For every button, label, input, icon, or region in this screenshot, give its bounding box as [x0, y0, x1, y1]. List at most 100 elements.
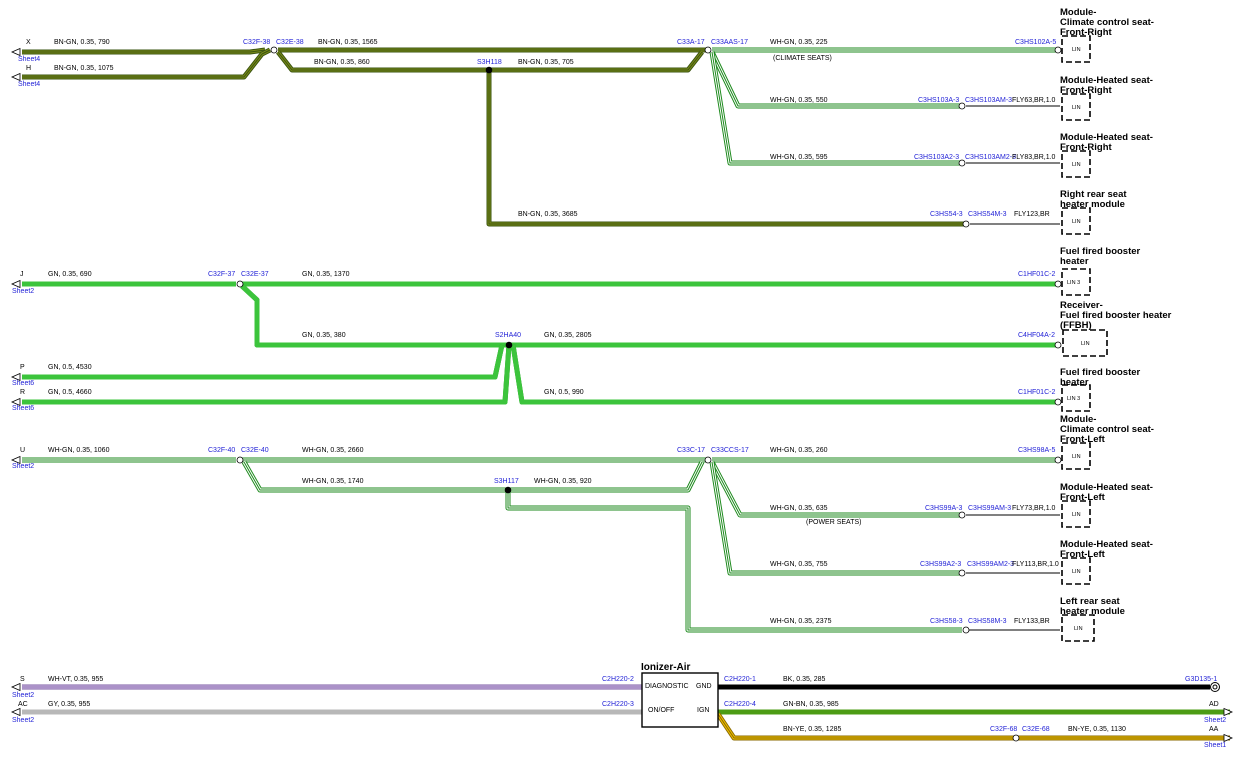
connector-circle — [236, 280, 244, 288]
annotations: (CLIMATE SEATS) (POWER SEATS) FLY63,BR,1… — [773, 55, 1059, 625]
connector-circle — [236, 456, 244, 464]
connector-circle — [1054, 280, 1062, 288]
splice-dot — [485, 66, 493, 74]
connector-label: G3D135-1 — [1185, 676, 1217, 683]
connector-label: C3HS54M-3 — [968, 211, 1007, 218]
wiring-diagram: LIN LIN LIN LIN LIN 3 LIN LIN 3 LIN LIN … — [11, 7, 1233, 749]
wire-label: BN-GN, 0.35, 860 — [314, 59, 370, 66]
wire-label: GN, 0.5, 4530 — [48, 364, 92, 371]
wire-860 — [276, 51, 489, 72]
connector-label: C33CCS-17 — [711, 447, 749, 454]
wire-label: GN, 0.5, 990 — [544, 389, 584, 396]
wire-label: GN, 0.35, 690 — [48, 271, 92, 278]
connector-circle — [704, 46, 712, 54]
box-label: LIN — [1072, 47, 1081, 53]
connector-label: C32E-37 — [241, 271, 269, 278]
connector-circle — [962, 626, 970, 634]
connector-circle — [958, 511, 966, 519]
wire-label: WH-GN, 0.35, 2375 — [770, 618, 832, 625]
module-title: Front-Right — [1060, 27, 1113, 38]
wire-label: WH-GN, 0.35, 260 — [770, 447, 828, 454]
connector-circle — [958, 569, 966, 577]
wire-990 — [510, 344, 1058, 405]
connector-circle — [704, 456, 712, 464]
wire-label: WH-GN, 0.35, 1060 — [48, 447, 110, 454]
wire-label: BN-GN, 0.35, 1075 — [54, 65, 114, 72]
module-title: Front-Right — [1060, 142, 1113, 153]
box-label: LIN — [1072, 569, 1081, 575]
box-label: LIN 3 — [1067, 280, 1080, 286]
wire-label: BN-GN, 0.35, 3685 — [518, 211, 578, 218]
connector-label: C32E-40 — [241, 447, 269, 454]
wire-label: BN-GN, 0.35, 1565 — [318, 39, 378, 46]
connector-label: C3HS103A-3 — [918, 97, 959, 104]
splice-label: S3H117 — [494, 478, 519, 485]
connector-circle — [1054, 46, 1062, 54]
connector-label: C4HF04A-2 — [1018, 332, 1055, 339]
offsheet-arrow-left-icon — [11, 47, 21, 57]
splice-dot — [505, 341, 513, 349]
connector-label: C1HF01C-2 — [1018, 271, 1055, 278]
connector-label: C3HS99A-3 — [925, 505, 962, 512]
module-title: heater module — [1060, 199, 1125, 210]
module-title: Front-Left — [1060, 434, 1106, 445]
connector-label: C3HS58-3 — [930, 618, 963, 625]
connector-circle — [1012, 734, 1020, 742]
wire-label: WH-GN, 0.35, 755 — [770, 561, 828, 568]
wire-label: WH-GN, 0.35, 595 — [770, 154, 828, 161]
wire-label: BK, 0.35, 285 — [783, 676, 826, 683]
note-climate-seats: (CLIMATE SEATS) — [773, 55, 832, 62]
connector-label: C3HS103A2-3 — [914, 154, 959, 161]
wire-label: WH-GN, 0.35, 920 — [534, 478, 592, 485]
wire-label: GN, 0.35, 380 — [302, 332, 346, 339]
offsheet-arrow-left-icon — [11, 707, 21, 717]
ionizer-pin-ign: IGN — [697, 707, 709, 714]
wire-4660 — [22, 344, 512, 405]
connector-label: C2H220-3 — [602, 701, 634, 708]
connector-label: C32E-68 — [1022, 726, 1050, 733]
connector-label: C33AAS-17 — [711, 39, 748, 46]
offsheet-arrow-left-icon — [11, 279, 21, 289]
wire-label: WH-GN, 0.35, 635 — [770, 505, 828, 512]
ionizer-pin-gnd: GND — [696, 683, 712, 690]
connector-circle — [962, 220, 970, 228]
fly-label: FLY113,BR,1.0 — [1012, 561, 1059, 568]
connector-label: C3HS54-3 — [930, 211, 963, 218]
wire-label: BN-GN, 0.35, 790 — [54, 39, 110, 46]
connector-label: C32F-37 — [208, 271, 235, 278]
wire-4530 — [22, 344, 505, 380]
wire-label: WH-GN, 0.35, 550 — [770, 97, 828, 104]
wire-label: WH-GN, 0.35, 2660 — [302, 447, 364, 454]
note-power-seats: (POWER SEATS) — [806, 519, 861, 526]
offsheet-letter: AD — [1209, 701, 1219, 708]
wire-label: GN, 0.35, 2805 — [544, 332, 592, 339]
connector-label: C3HS58M-3 — [968, 618, 1007, 625]
box-label: LIN — [1072, 105, 1081, 111]
connector-label: C2H220-1 — [724, 676, 756, 683]
ionizer-title: Ionizer-Air — [641, 662, 691, 673]
connector-label: C32F-40 — [208, 447, 235, 454]
wire-label: GN-BN, 0.35, 985 — [783, 701, 839, 708]
connector-label: C3HS99A2-3 — [920, 561, 961, 568]
module-title: Front-Left — [1060, 492, 1106, 503]
connector-label: C32F-38 — [243, 39, 270, 46]
ionizer-module: Ionizer-Air DIAGNOSTIC GND ON/OFF IGN — [641, 662, 719, 728]
offsheet-sheet: Sheet2 — [1204, 717, 1226, 724]
wire-label: GY, 0.35, 955 — [48, 701, 90, 708]
connector-label: C33C-17 — [677, 447, 705, 454]
fly-label: FLY123,BR — [1014, 211, 1050, 218]
connector-label: C33A-17 — [677, 39, 705, 46]
connector-label: C1HF01C-2 — [1018, 389, 1055, 396]
fly-label: FLY63,BR,1.0 — [1012, 97, 1056, 104]
offsheet-letter: X — [26, 39, 31, 46]
wire-380 — [240, 284, 509, 348]
fly-label: FLY73,BR,1.0 — [1012, 505, 1056, 512]
offsheet-letter: S — [20, 676, 25, 683]
wire-920 — [508, 460, 705, 493]
connector-label: C3HS102A-5 — [1015, 39, 1056, 46]
box-label: LIN — [1072, 219, 1081, 225]
module-title: (FFBH) — [1060, 320, 1092, 331]
connector-circle — [1054, 456, 1062, 464]
offsheet-sheet: Sheet6 — [12, 380, 34, 387]
box-label: LIN — [1072, 512, 1081, 518]
